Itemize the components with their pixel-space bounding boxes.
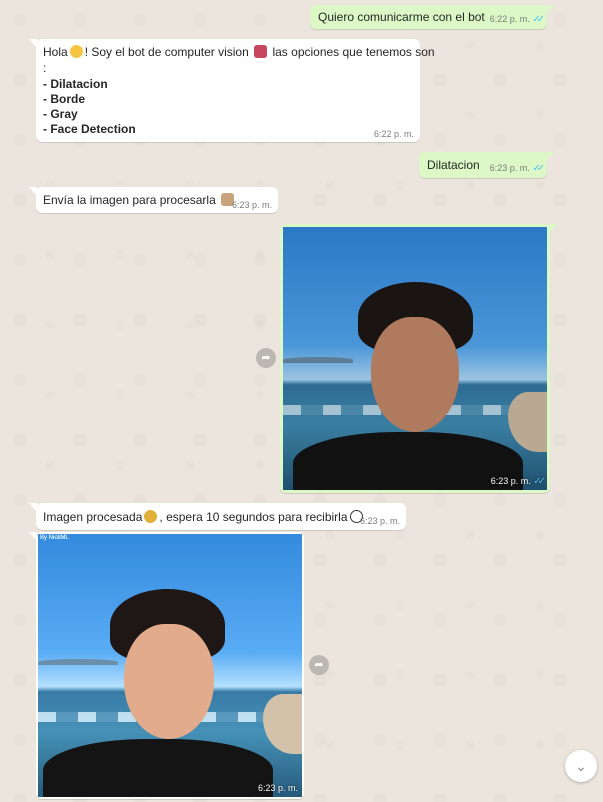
forward-icon[interactable]: ➦ bbox=[309, 655, 329, 675]
message-time: 6:22 p. m. ✓✓ bbox=[489, 14, 545, 25]
selfie-photo[interactable] bbox=[283, 227, 547, 490]
message-incoming-send-image[interactable]: Envía la imagen para procesarla 6:23 p. … bbox=[29, 187, 278, 213]
forward-icon[interactable]: ➦ bbox=[256, 348, 276, 368]
robot-icon bbox=[254, 45, 268, 58]
option-face-detection: - Face Detection bbox=[43, 122, 136, 136]
person-face bbox=[124, 624, 214, 739]
watermark-text: By NickML bbox=[40, 535, 69, 541]
message-outgoing-dilatacion[interactable]: Dilatacion 6:23 p. m. ✓✓ bbox=[419, 152, 554, 178]
message-outgoing-image[interactable]: 6:23 p. m. ✓✓ bbox=[280, 224, 557, 493]
message-text: Quiero comunicarme con el bot bbox=[318, 10, 485, 24]
message-time: 6:23 p. m. bbox=[257, 783, 298, 793]
message-time: 6:23 p. m. bbox=[231, 200, 272, 210]
scroll-to-bottom-button[interactable]: ⌄ bbox=[565, 750, 597, 782]
message-incoming-menu[interactable]: Hola ! Soy el bot de computer vision las … bbox=[29, 39, 435, 142]
distant-hills bbox=[38, 659, 118, 665]
read-ticks-icon: ✓✓ bbox=[532, 163, 545, 174]
person-face bbox=[371, 317, 459, 432]
message-outgoing-request[interactable]: Quiero comunicarme con el bot 6:22 p. m.… bbox=[310, 5, 554, 29]
option-gray: - Gray bbox=[43, 107, 78, 121]
colon-line: : bbox=[43, 61, 47, 75]
options-intro-text: las opciones que tenemos son bbox=[272, 45, 435, 59]
option-borde: - Borde bbox=[43, 92, 85, 106]
message-time: 6:23 p. m. ✓✓ bbox=[490, 476, 546, 487]
message-time: 6:23 p. m. bbox=[359, 516, 400, 526]
rock bbox=[263, 694, 302, 754]
bot-intro-text: ! Soy el bot de computer vision bbox=[84, 45, 249, 59]
message-incoming-processed[interactable]: Imagen procesada, espera 10 segundos par… bbox=[29, 503, 406, 530]
message-text: Imagen procesada, espera 10 segundos par… bbox=[43, 510, 365, 524]
chevron-down-icon: ⌄ bbox=[575, 758, 587, 774]
message-text: Dilatacion bbox=[427, 158, 480, 172]
processed-photo[interactable]: By NickML bbox=[38, 534, 302, 797]
read-ticks-icon: ✓✓ bbox=[533, 476, 546, 487]
message-incoming-image[interactable]: By NickML 6:23 p. m. bbox=[29, 532, 304, 799]
message-text: Envía la imagen para procesarla bbox=[43, 193, 236, 207]
distant-hills bbox=[283, 357, 353, 363]
option-dilatacion: - Dilatacion bbox=[43, 77, 108, 91]
pineapple-icon bbox=[144, 510, 158, 523]
rock bbox=[508, 392, 547, 452]
waving-hand-icon bbox=[69, 45, 83, 58]
person-body bbox=[293, 432, 523, 490]
greeting-text: Hola bbox=[43, 45, 68, 59]
message-time: 6:22 p. m. bbox=[373, 129, 414, 139]
read-ticks-icon: ✓✓ bbox=[532, 14, 545, 25]
message-time: 6:23 p. m. ✓✓ bbox=[489, 163, 545, 174]
menu-intro-line: Hola ! Soy el bot de computer vision las … bbox=[43, 45, 435, 59]
person-body bbox=[43, 739, 273, 797]
